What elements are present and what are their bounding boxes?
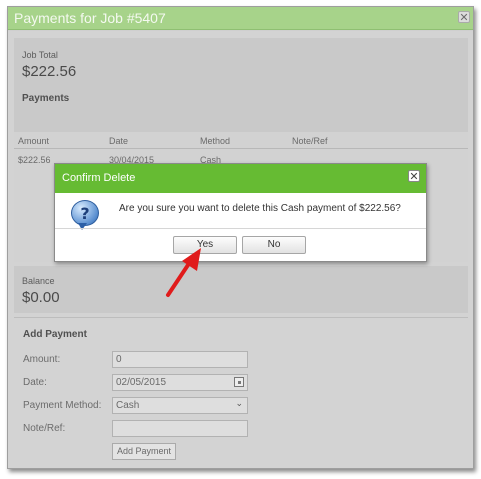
- confirm-divider: [55, 228, 426, 229]
- question-icon: ?: [71, 200, 99, 230]
- column-header-date: Date: [109, 136, 129, 146]
- dialog-titlebar: Payments for Job #5407 ✕: [8, 7, 473, 30]
- confirm-delete-dialog: Confirm Delete ✕ ? Are you sure you want…: [54, 163, 427, 262]
- chevron-down-icon: ⌄: [235, 398, 243, 408]
- column-header-amount: Amount: [18, 136, 50, 146]
- job-total-value: $222.56: [22, 63, 77, 80]
- add-payment-button[interactable]: Add Payment: [112, 443, 176, 460]
- column-header-method: Method: [200, 136, 231, 146]
- note-ref-label: Note/Ref:: [23, 423, 66, 434]
- column-header-note: Note/Ref: [292, 136, 328, 146]
- table-header-divider: [14, 148, 468, 149]
- balance-label: Balance: [22, 276, 55, 286]
- balance-value: $0.00: [22, 289, 60, 306]
- red-arrow-annotation: [166, 248, 201, 297]
- payments-heading: Payments: [22, 93, 70, 104]
- no-button[interactable]: No: [242, 236, 306, 254]
- row-amount: $222.56: [18, 155, 51, 165]
- add-payment-panel: Add Payment Amount: 0 Date: 02/05/2015 P…: [14, 317, 468, 462]
- payment-method-select[interactable]: Cash ⌄: [112, 397, 248, 414]
- dialog-close-icon[interactable]: ✕: [458, 11, 470, 23]
- balance-panel: Balance $0.00: [14, 266, 468, 313]
- amount-input[interactable]: 0: [112, 351, 248, 368]
- confirm-title: Confirm Delete: [62, 172, 136, 184]
- note-ref-input[interactable]: [112, 420, 248, 437]
- date-input[interactable]: 02/05/2015: [112, 374, 248, 391]
- date-label: Date:: [23, 377, 47, 388]
- payment-method-label: Payment Method:: [23, 400, 102, 411]
- dialog-title: Payments for Job #5407: [14, 10, 166, 26]
- date-value: 02/05/2015: [116, 377, 167, 388]
- confirm-close-icon[interactable]: ✕: [408, 170, 420, 182]
- calendar-icon[interactable]: [234, 377, 244, 387]
- payment-method-value: Cash: [116, 400, 140, 411]
- amount-label: Amount:: [23, 354, 61, 365]
- confirm-message: Are you sure you want to delete this Cas…: [119, 203, 401, 214]
- add-payment-heading: Add Payment: [23, 329, 87, 340]
- job-total-label: Job Total: [22, 50, 58, 60]
- job-total-panel: Job Total $222.56 Payments: [14, 38, 468, 132]
- confirm-titlebar: Confirm Delete ✕: [55, 164, 426, 193]
